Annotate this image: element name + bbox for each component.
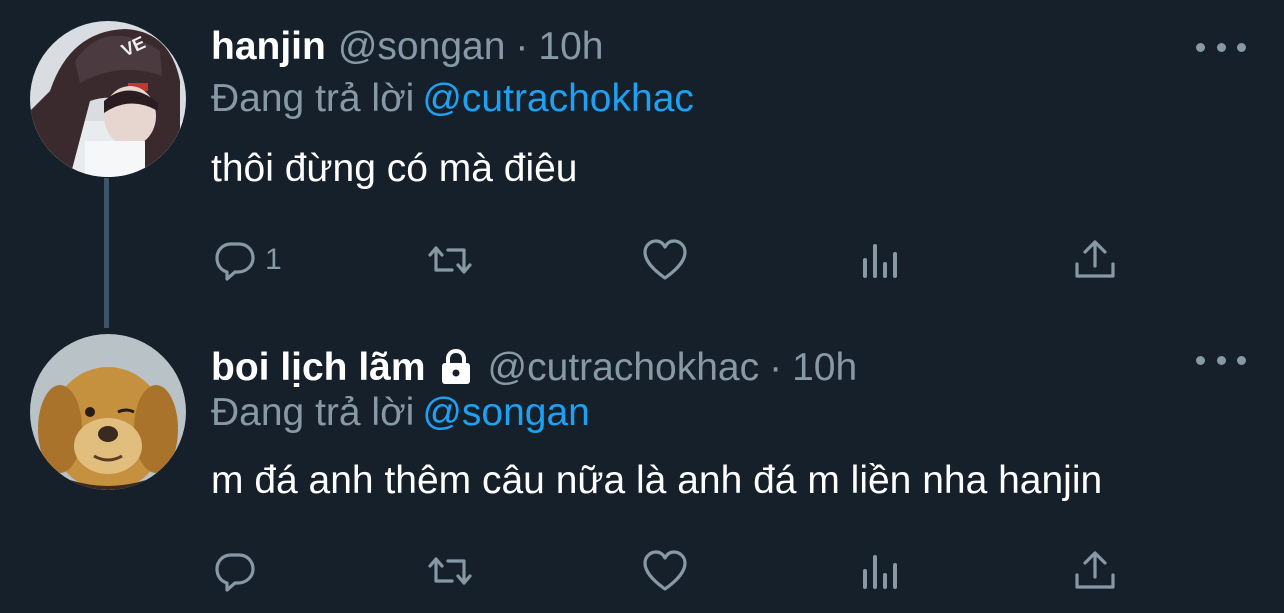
tweet-text: m đá anh thêm câu nữa là anh đá m liền n… [211, 459, 1103, 502]
reply-button[interactable]: 1 [211, 235, 282, 285]
more-options-button[interactable] [1196, 35, 1246, 59]
action-bar: 1 [211, 235, 1131, 285]
share-icon [1075, 551, 1115, 589]
retweet-icon [428, 246, 472, 274]
share-button[interactable] [1071, 546, 1119, 596]
heart-icon [643, 550, 687, 591]
tweet-header: boi lịch lãm @cutrachokhac · 10h [211, 340, 857, 391]
user-handle[interactable]: @songan [338, 24, 506, 70]
more-options-button[interactable] [1196, 348, 1246, 372]
avatar-photo [30, 334, 186, 490]
more-icon-dot [1196, 42, 1205, 52]
replying-label: Đang trả lời [211, 77, 415, 120]
more-icon-dot [1216, 355, 1226, 365]
like-button[interactable] [641, 235, 689, 285]
display-name[interactable]: hanjin [211, 24, 326, 70]
stats-button[interactable] [857, 546, 905, 596]
tweet[interactable]: VE hanjin @songan · 10h Đang trả lời @cut… [0, 0, 1284, 318]
tweet-text: thôi đừng có mà điêu [211, 147, 578, 190]
reply-icon [215, 553, 255, 592]
separator-dot: · [515, 25, 529, 68]
stats-button[interactable] [857, 235, 905, 285]
heart-icon [643, 239, 687, 280]
avatar-photo: VE [30, 21, 186, 177]
mention-link[interactable]: @cutrachokhac [422, 77, 694, 120]
more-icon-dot [1196, 355, 1205, 365]
tweet-header: hanjin @songan · 10h [211, 24, 603, 70]
timestamp[interactable]: 10h [538, 24, 603, 70]
more-icon-dot [1237, 355, 1246, 365]
more-icon-dot [1216, 42, 1226, 52]
separator-dot: · [769, 346, 783, 389]
retweet-icon [428, 557, 472, 585]
timestamp[interactable]: 10h [792, 345, 857, 391]
stats-icon [863, 244, 897, 278]
action-bar [211, 546, 1131, 596]
lock-icon [441, 348, 470, 384]
share-icon [1075, 240, 1115, 278]
replying-to: Đang trả lời @cutrachokhac [211, 76, 694, 122]
retweet-button[interactable] [426, 546, 474, 596]
retweet-button[interactable] [426, 235, 474, 285]
reply-count: 1 [265, 243, 282, 276]
stats-icon [863, 555, 897, 589]
tweet[interactable]: boi lịch lãm @cutrachokhac · 10h Đang tr… [0, 318, 1284, 613]
display-name[interactable]: boi lịch lãm [211, 345, 426, 391]
share-button[interactable] [1071, 235, 1119, 285]
replying-label: Đang trả lời [211, 391, 415, 434]
avatar[interactable]: VE [30, 21, 186, 177]
more-icon-dot [1237, 42, 1246, 52]
replying-to: Đang trả lời @songan [211, 390, 590, 436]
avatar[interactable] [30, 334, 186, 490]
mention-link[interactable]: @songan [422, 391, 590, 434]
like-button[interactable] [641, 546, 689, 596]
reply-icon [215, 242, 255, 281]
reply-button[interactable] [211, 546, 265, 596]
user-handle[interactable]: @cutrachokhac [488, 345, 760, 391]
